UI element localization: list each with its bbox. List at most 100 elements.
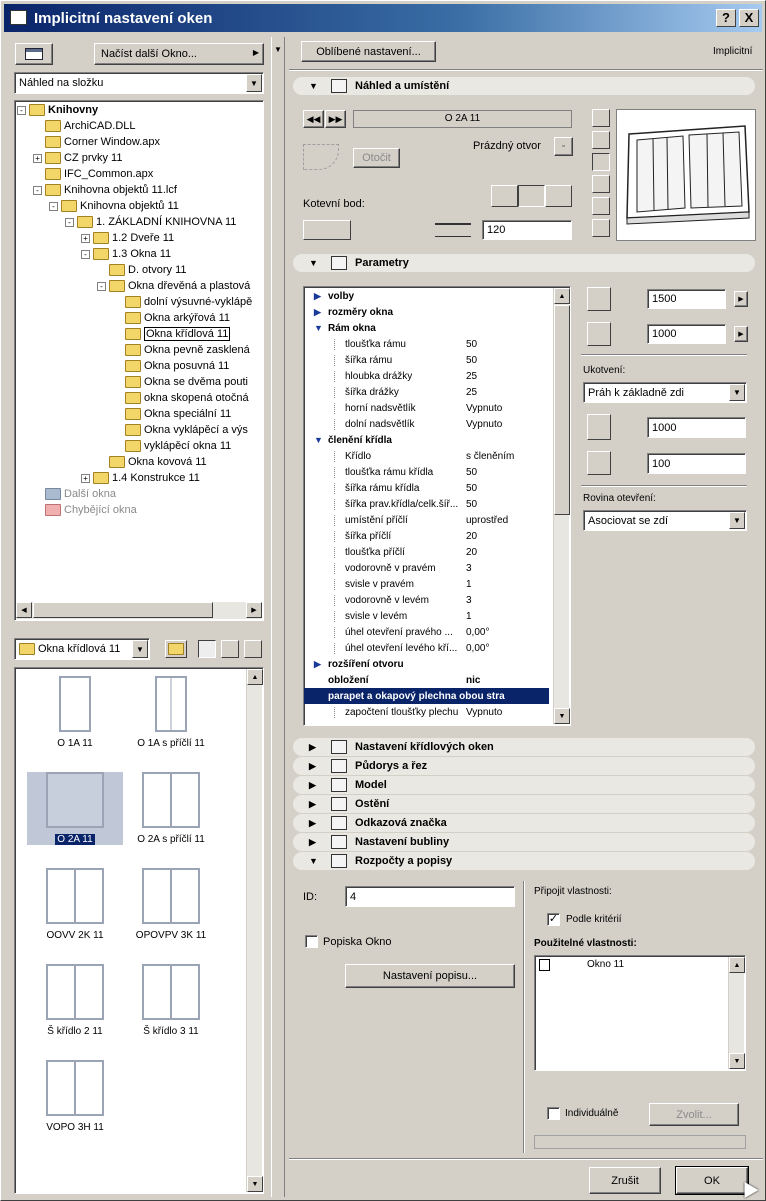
- id-field[interactable]: 4: [345, 886, 515, 907]
- tree-item[interactable]: +1.4 Konstrukce 11: [81, 470, 200, 486]
- empty-opening-toggle[interactable]: ▫: [554, 137, 573, 156]
- tree-item[interactable]: Okna křídlová 11: [113, 326, 231, 342]
- reveal-field[interactable]: 100: [647, 453, 746, 474]
- parameter-row[interactable]: dolní nadsvětlík Vypnuto: [310, 416, 550, 432]
- object-thumbnail[interactable]: O 2A s příčlí 11: [123, 772, 219, 845]
- object-thumbnail[interactable]: O 2A 11: [27, 772, 123, 845]
- parameter-row[interactable]: vodorovně v levém 3: [310, 592, 550, 608]
- collapse-icon[interactable]: -: [17, 105, 26, 115]
- width-arrow-button[interactable]: ▶: [734, 291, 748, 307]
- scroll-down-icon[interactable]: ▼: [247, 1176, 263, 1192]
- parameter-row[interactable]: šířka rámu 50: [310, 352, 550, 368]
- ok-button[interactable]: OK: [675, 1166, 749, 1195]
- tree-item[interactable]: Chybějící okna: [33, 502, 137, 518]
- criteria-checkbox[interactable]: ✓: [547, 913, 560, 926]
- section-header[interactable]: ▶ Ostění: [293, 795, 755, 813]
- expanded-icon[interactable]: ▼: [314, 435, 323, 445]
- collapse-icon[interactable]: -: [49, 201, 58, 211]
- scroll-thumb[interactable]: [554, 305, 570, 515]
- small-icons-view-icon[interactable]: [221, 640, 239, 658]
- height-field[interactable]: 1000: [647, 324, 726, 344]
- 3d-view-icon[interactable]: [592, 175, 610, 193]
- tree-item[interactable]: Okna pevně zasklená: [113, 342, 250, 358]
- section-header[interactable]: ▶ Nastavení křídlových oken: [293, 738, 755, 756]
- tree-item[interactable]: - Knihovna objektů 11.lcf: [33, 182, 177, 198]
- expand-icon[interactable]: +: [33, 153, 42, 163]
- height-arrow-button[interactable]: ▶: [734, 326, 748, 342]
- properties-list[interactable]: Okno 11 ▲ ▼: [534, 955, 746, 1071]
- parameter-row[interactable]: úhel otevření pravého ... 0,00°: [310, 624, 550, 640]
- section-header[interactable]: ▶ Model: [293, 776, 755, 794]
- cancel-button[interactable]: Zrušit: [589, 1167, 661, 1194]
- parameter-row[interactable]: tloušťka příčlí 20: [310, 544, 550, 560]
- collapse-icon[interactable]: -: [81, 249, 90, 259]
- tree-item[interactable]: +1.2 Dveře 11: [81, 230, 174, 246]
- folder-up-icon[interactable]: [165, 640, 187, 658]
- tree-item[interactable]: - Knihovny: [17, 102, 98, 118]
- tree-item[interactable]: dolní výsuvné-vyklápě: [113, 294, 252, 310]
- scroll-right-icon[interactable]: ▶: [246, 602, 262, 618]
- props-scrollbar[interactable]: ▲ ▼: [728, 957, 745, 1069]
- params-scrollbar[interactable]: ▲ ▼: [553, 288, 570, 724]
- parameter-row[interactable]: umístění příčlí uprostřed: [310, 512, 550, 528]
- opening-plane-select[interactable]: Asociovat se zdí ▼: [583, 510, 747, 531]
- splitter-arrow-icon[interactable]: ▼: [274, 45, 282, 54]
- splitter[interactable]: [271, 37, 285, 1197]
- section-header[interactable]: ▶ Nastavení bubliny: [293, 833, 755, 851]
- label-settings-button[interactable]: Nastavení popisu...: [345, 964, 515, 988]
- scroll-up-icon[interactable]: ▲: [729, 957, 745, 973]
- anchor-value-field[interactable]: 120: [482, 220, 572, 240]
- load-more-button[interactable]: Načíst další Okno... ▶: [94, 43, 264, 65]
- parameter-row[interactable]: šířka rámu křídla 50: [310, 480, 550, 496]
- rotate-button[interactable]: Otočit: [353, 148, 400, 168]
- sill-height-field[interactable]: 1000: [647, 417, 746, 438]
- parameter-row[interactable]: ▶ volby: [310, 288, 550, 304]
- tree-item[interactable]: Okna posuvná 11: [113, 358, 229, 374]
- expand-icon[interactable]: +: [81, 233, 90, 243]
- anchor-left-icon[interactable]: [491, 185, 518, 207]
- section-preview[interactable]: ▼ Náhled a umístění: [293, 77, 755, 95]
- parameter-row[interactable]: svisle v levém 1: [310, 608, 550, 624]
- scroll-thumb[interactable]: [33, 602, 213, 618]
- parameter-row[interactable]: úhel otevření levého kří... 0,00°: [310, 640, 550, 656]
- scroll-down-icon[interactable]: ▼: [729, 1053, 745, 1069]
- parameter-row[interactable]: šířka příčlí 20: [310, 528, 550, 544]
- list-view-icon[interactable]: [592, 219, 610, 237]
- tree-item[interactable]: Okna se dvěma pouti: [113, 374, 248, 390]
- parameter-row[interactable]: hloubka drážky 25: [310, 368, 550, 384]
- choose-button[interactable]: Zvolit...: [649, 1103, 739, 1126]
- object-thumbnail[interactable]: OPOVPV 3K 11: [123, 868, 219, 941]
- section-header[interactable]: ▶ Odkazová značka: [293, 814, 755, 832]
- next-object-button[interactable]: ▶▶: [325, 110, 346, 128]
- parameter-row[interactable]: šířka drážky 25: [310, 384, 550, 400]
- section-header[interactable]: ▶ Půdorys a řez: [293, 757, 755, 775]
- parameter-row[interactable]: vodorovně v pravém 3: [310, 560, 550, 576]
- list-view-icon[interactable]: [244, 640, 262, 658]
- parameter-row[interactable]: svisle v pravém 1: [310, 576, 550, 592]
- parameter-row[interactable]: započtení tloušťky plechu Vypnuto: [310, 704, 550, 720]
- object-thumbnail[interactable]: OOVV 2K 11: [27, 868, 123, 941]
- tree-item[interactable]: Okna vyklápěcí a výs: [113, 422, 248, 438]
- anchor-center-icon[interactable]: [518, 185, 545, 207]
- expanded-icon[interactable]: ▼: [314, 323, 323, 333]
- large-icons-view-icon[interactable]: [198, 640, 216, 658]
- anchoring-select[interactable]: Práh k základně zdi ▼: [583, 382, 747, 403]
- plan-view-icon[interactable]: [592, 109, 610, 127]
- parameter-row[interactable]: Křídlo s členěním: [310, 448, 550, 464]
- tree-item[interactable]: Corner Window.apx: [33, 134, 160, 150]
- tree-item[interactable]: D. otvory 11: [97, 262, 187, 278]
- individual-checkbox[interactable]: [547, 1107, 560, 1120]
- property-item[interactable]: Okno 11: [587, 959, 624, 970]
- parameter-row[interactable]: ▼ členění křídla: [310, 432, 550, 448]
- library-tree[interactable]: - Knihovny ArchiCAD.DLL Corner Window.apx + C…: [14, 100, 264, 621]
- favorites-button[interactable]: Oblíbené nastavení...: [301, 41, 436, 62]
- prev-object-button[interactable]: ◀◀: [303, 110, 324, 128]
- parameter-row[interactable]: ▼ Rám okna: [310, 320, 550, 336]
- parameter-row[interactable]: tloušťka rámu 50: [310, 336, 550, 352]
- parameter-row[interactable]: tloušťka rámu křídla 50: [310, 464, 550, 480]
- tree-item[interactable]: Okna arkýřová 11: [113, 310, 230, 326]
- scroll-left-icon[interactable]: ◀: [16, 602, 32, 618]
- parameter-row[interactable]: šířka prav.křídla/celk.šíř... 50: [310, 496, 550, 512]
- collapsed-icon[interactable]: ▶: [314, 659, 321, 670]
- tree-hscrollbar[interactable]: ◀ ▶: [16, 602, 262, 619]
